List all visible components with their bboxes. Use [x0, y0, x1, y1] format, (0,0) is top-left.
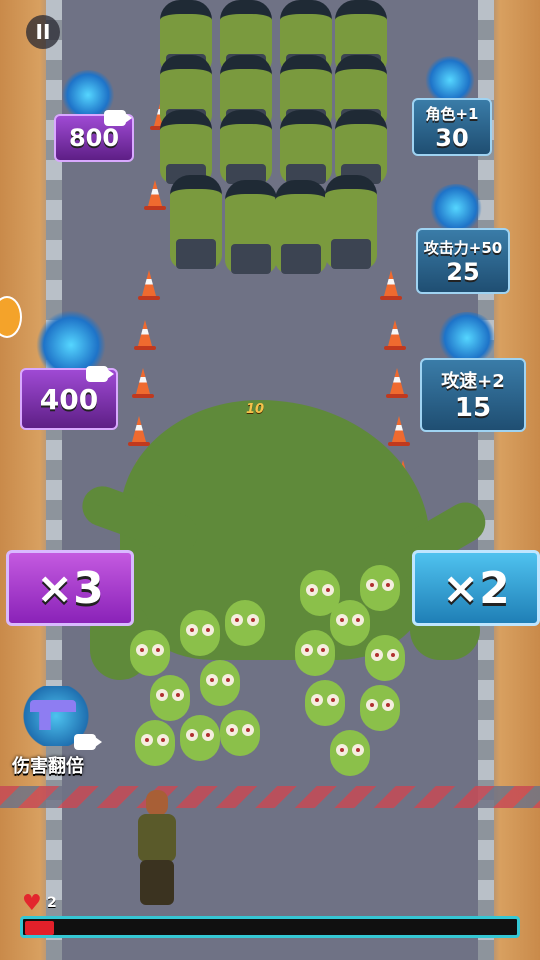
multiplier-gate-left[interactable]: ×3 — [6, 550, 134, 626]
video-ad-icon — [104, 110, 132, 126]
pad-value: 25 — [446, 257, 480, 286]
pause-button[interactable]: II — [26, 15, 60, 49]
danger-line — [0, 786, 540, 808]
attack-speed-pad[interactable]: 攻速+2 15 — [420, 358, 526, 432]
bullet-icon — [428, 184, 484, 232]
multiplier-gate-right[interactable]: ×2 — [412, 550, 540, 626]
powerup-label: 伤害翻倍 — [12, 756, 84, 777]
zombie-group-left[interactable] — [120, 600, 270, 800]
health-bar-fill — [25, 921, 55, 935]
traffic-cone — [386, 368, 408, 398]
hero-portrait-icon — [424, 56, 476, 104]
bullet-arrow-icon — [436, 312, 498, 364]
pad-label: 角色+1 — [425, 104, 479, 123]
health-bar — [20, 916, 520, 938]
video-ad-icon — [74, 734, 102, 750]
damage-number: 10 — [246, 402, 265, 417]
traffic-cone — [132, 368, 154, 398]
traffic-cone — [388, 416, 410, 446]
gate-label: ×3 — [36, 562, 104, 614]
pad-value: 400 — [39, 382, 99, 416]
traffic-cone — [128, 416, 150, 446]
coin-badge-icon[interactable] — [0, 296, 22, 338]
video-ad-icon — [86, 366, 114, 382]
zombie-group-right[interactable] — [290, 560, 420, 800]
lives-count: 2 — [47, 895, 57, 911]
game-stage[interactable]: 800 角色+1 30 攻击力+50 25 400 攻速+2 15 10 ×3 … — [0, 0, 540, 960]
pad-label: 攻击力+50 — [423, 238, 503, 257]
traffic-cone — [384, 320, 406, 350]
pad-label: 攻速+2 — [441, 371, 505, 392]
traffic-cone — [134, 320, 156, 350]
gate-label: ×2 — [442, 562, 510, 614]
attack-power-pad[interactable]: 攻击力+50 25 — [416, 228, 510, 294]
pad-value: 30 — [435, 123, 469, 152]
heart-icon: ♥ — [22, 891, 42, 916]
pad-value: 800 — [68, 124, 120, 152]
zombie-horde[interactable] — [150, 0, 390, 310]
player-character[interactable] — [126, 790, 186, 905]
character-plus-pad[interactable]: 角色+1 30 — [412, 98, 492, 156]
pad-value: 15 — [454, 393, 492, 423]
